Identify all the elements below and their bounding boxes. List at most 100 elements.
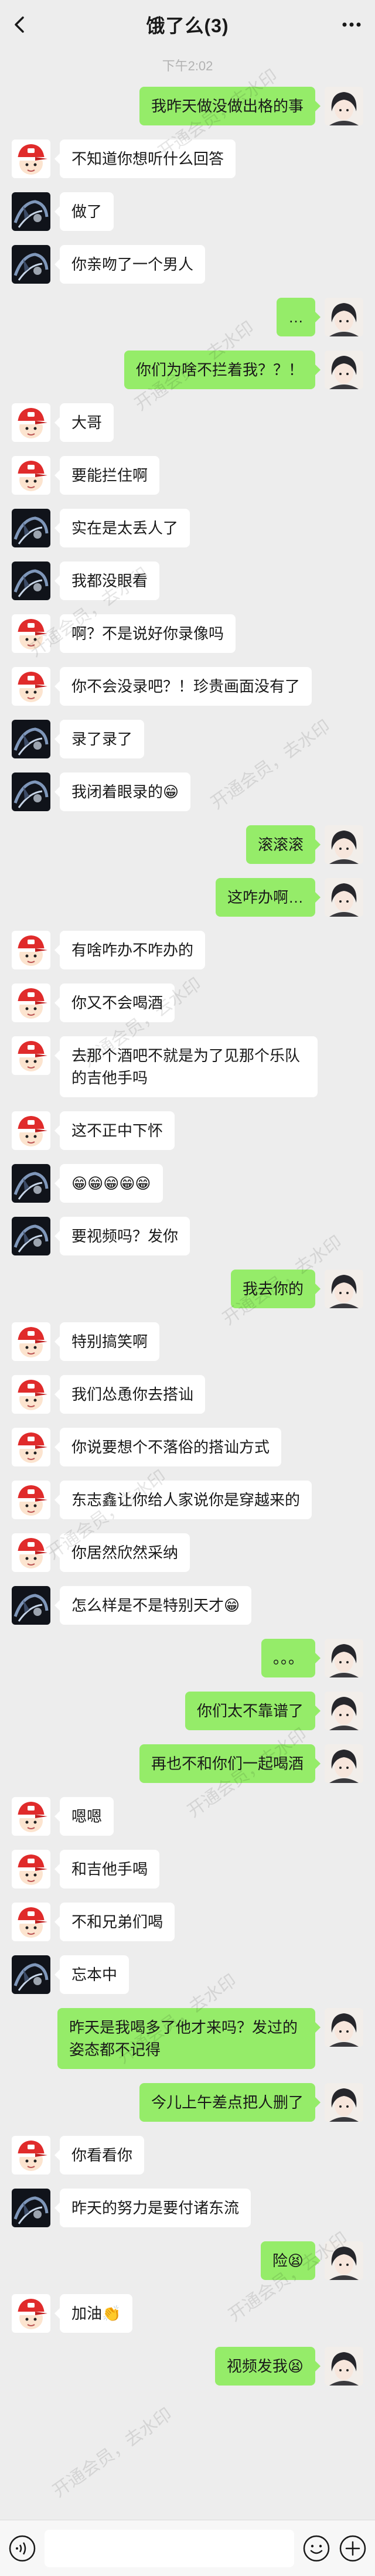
message-bubble[interactable]: 不知道你想听什么回答 bbox=[54, 139, 236, 178]
red-cap-avatar[interactable] bbox=[12, 1850, 50, 1888]
message-bubble[interactable]: 昨天的努力是要付诸东流 bbox=[54, 2189, 251, 2227]
message-bubble[interactable]: 你亲吻了一个男人 bbox=[54, 245, 206, 284]
red-cap-avatar[interactable] bbox=[12, 2136, 50, 2175]
red-cap-avatar[interactable] bbox=[12, 139, 50, 178]
dark-avatar[interactable] bbox=[12, 2189, 50, 2227]
red-cap-avatar[interactable] bbox=[12, 1322, 50, 1361]
message-bubble[interactable]: 特别搞笑啊 bbox=[54, 1322, 160, 1361]
message-bubble[interactable]: 实在是太丢人了 bbox=[54, 509, 190, 547]
message-bubble[interactable]: 再也不和你们一起喝酒 bbox=[139, 1744, 321, 1783]
self-avatar[interactable] bbox=[325, 1270, 363, 1308]
dark-avatar[interactable] bbox=[12, 509, 50, 547]
message-bubble[interactable]: 你居然欣然采纳 bbox=[54, 1533, 190, 1572]
message-row: 忘本中 bbox=[0, 1955, 375, 1994]
dark-avatar[interactable] bbox=[12, 245, 50, 284]
message-bubble[interactable]: 这不正中下怀 bbox=[54, 1111, 175, 1150]
message-bubble[interactable]: 我都没眼看 bbox=[54, 562, 160, 600]
message-text: 你们太不靠谱了 bbox=[196, 1702, 304, 1720]
message-text: 你居然欣然采纳 bbox=[71, 1544, 179, 1561]
message-bubble[interactable]: 这咋办啊… bbox=[215, 878, 321, 917]
red-cap-avatar[interactable] bbox=[12, 614, 50, 653]
message-bubble[interactable]: 昨天是我喝多了他才来吗？发过的姿态都不记得 bbox=[57, 2008, 321, 2069]
self-avatar[interactable] bbox=[325, 2008, 363, 2047]
red-cap-avatar[interactable] bbox=[12, 1533, 50, 1572]
chat-area[interactable]: 下午2:02 我昨天做没做出格的事 不知道你想听什么回答 做了 你亲吻了一个男人… bbox=[0, 49, 375, 2519]
dark-avatar[interactable] bbox=[12, 1164, 50, 1203]
message-bubble[interactable]: 有啥咋办不咋办的 bbox=[54, 931, 206, 969]
red-cap-avatar[interactable] bbox=[12, 1375, 50, 1414]
plus-icon[interactable] bbox=[339, 2534, 367, 2563]
message-bubble[interactable]: 你说要想个不落俗的搭讪方式 bbox=[54, 1428, 282, 1466]
message-bubble[interactable]: 视频发我😫 bbox=[214, 2347, 321, 2386]
dark-avatar[interactable] bbox=[12, 1586, 50, 1625]
message-bubble[interactable]: 我们怂恿你去搭讪 bbox=[54, 1375, 206, 1414]
self-avatar[interactable] bbox=[325, 878, 363, 917]
message-bubble[interactable]: 。。。 bbox=[261, 1639, 321, 1677]
dark-avatar[interactable] bbox=[12, 773, 50, 811]
dark-avatar[interactable] bbox=[12, 1217, 50, 1255]
chevron-left-icon[interactable] bbox=[8, 13, 32, 36]
message-bubble[interactable]: 你们为啥不拦着我？？！ bbox=[124, 351, 321, 389]
self-avatar[interactable] bbox=[325, 87, 363, 125]
message-bubble[interactable]: 😁😁😁😁😁 bbox=[54, 1164, 163, 1203]
message-bubble[interactable]: 你看看你 bbox=[54, 2136, 145, 2175]
red-cap-avatar[interactable] bbox=[12, 667, 50, 706]
message-bubble[interactable]: 怎么样是不是特别天才😁 bbox=[54, 1586, 252, 1625]
message-bubble[interactable]: 要能拦住啊 bbox=[54, 456, 160, 495]
message-bubble[interactable]: 你们太不靠谱了 bbox=[185, 1692, 321, 1730]
message-bubble[interactable]: 今儿上午差点把人删了 bbox=[139, 2083, 321, 2122]
red-cap-avatar[interactable] bbox=[12, 984, 50, 1022]
red-cap-avatar[interactable] bbox=[12, 1111, 50, 1150]
self-avatar[interactable] bbox=[325, 351, 363, 389]
red-cap-avatar[interactable] bbox=[12, 2294, 50, 2333]
dark-avatar[interactable] bbox=[12, 1955, 50, 1994]
red-cap-avatar[interactable] bbox=[12, 1481, 50, 1519]
self-avatar[interactable] bbox=[325, 825, 363, 864]
self-avatar[interactable] bbox=[325, 2347, 363, 2386]
message-bubble[interactable]: 去那个酒吧不就是为了见那个乐队的吉他手吗 bbox=[54, 1036, 318, 1097]
red-cap-avatar[interactable] bbox=[12, 931, 50, 969]
self-avatar[interactable] bbox=[325, 1744, 363, 1783]
message-bubble[interactable]: 和吉他手喝 bbox=[54, 1850, 160, 1888]
message-bubble[interactable]: 加油👏 bbox=[54, 2294, 133, 2333]
emoji-icon[interactable] bbox=[302, 2534, 330, 2563]
message-text: 你们为啥不拦着我？？！ bbox=[135, 361, 304, 379]
message-bubble[interactable]: 东志鑫让你给人家说你是穿越来的 bbox=[54, 1481, 312, 1519]
message-bubble[interactable]: 忘本中 bbox=[54, 1955, 129, 1994]
message-bubble[interactable]: 我昨天做没做出格的事 bbox=[139, 87, 321, 125]
message-bubble[interactable]: 嗯嗯 bbox=[54, 1797, 114, 1836]
red-cap-avatar[interactable] bbox=[12, 456, 50, 495]
message-text: … bbox=[288, 308, 304, 326]
dark-avatar[interactable] bbox=[12, 720, 50, 758]
message-bubble[interactable]: 你不会没录吧？！珍贵画面没有了 bbox=[54, 667, 312, 706]
message-bubble[interactable]: 啊？不是说好你录像吗 bbox=[54, 614, 236, 653]
message-bubble[interactable]: … bbox=[277, 298, 321, 336]
red-cap-avatar[interactable] bbox=[12, 1036, 50, 1075]
voice-icon[interactable] bbox=[8, 2534, 36, 2563]
message-bubble[interactable]: 险😫 bbox=[260, 2241, 321, 2280]
message-bubble[interactable]: 做了 bbox=[54, 192, 114, 231]
message-bubble[interactable]: 你又不会喝酒 bbox=[54, 984, 175, 1022]
self-avatar[interactable] bbox=[325, 2083, 363, 2122]
self-avatar[interactable] bbox=[325, 1692, 363, 1730]
self-avatar[interactable] bbox=[325, 2241, 363, 2280]
self-avatar[interactable] bbox=[325, 1639, 363, 1677]
dark-avatar[interactable] bbox=[12, 562, 50, 600]
message-bubble[interactable]: 大哥 bbox=[54, 403, 114, 442]
message-bubble[interactable]: 要视频吗？发你 bbox=[54, 1217, 190, 1255]
message-bubble[interactable]: 我去你的 bbox=[230, 1270, 321, 1308]
red-cap-avatar[interactable] bbox=[12, 1797, 50, 1836]
message-input[interactable] bbox=[45, 2529, 294, 2567]
message-bubble[interactable]: 滚滚滚 bbox=[246, 825, 321, 864]
message-bubble[interactable]: 不和兄弟们喝 bbox=[54, 1903, 175, 1941]
dark-avatar[interactable] bbox=[12, 192, 50, 231]
message-bubble[interactable]: 录了录了 bbox=[54, 720, 145, 758]
self-avatar[interactable] bbox=[325, 298, 363, 336]
message-row: 险😫 bbox=[0, 2241, 375, 2280]
red-cap-avatar[interactable] bbox=[12, 1903, 50, 1941]
red-cap-avatar[interactable] bbox=[12, 403, 50, 442]
message-bubble[interactable]: 我闭着眼录的😁 bbox=[54, 773, 191, 811]
red-cap-avatar[interactable] bbox=[12, 1428, 50, 1466]
more-dots-icon[interactable] bbox=[338, 13, 366, 36]
message-text: 。。。 bbox=[272, 1649, 304, 1667]
